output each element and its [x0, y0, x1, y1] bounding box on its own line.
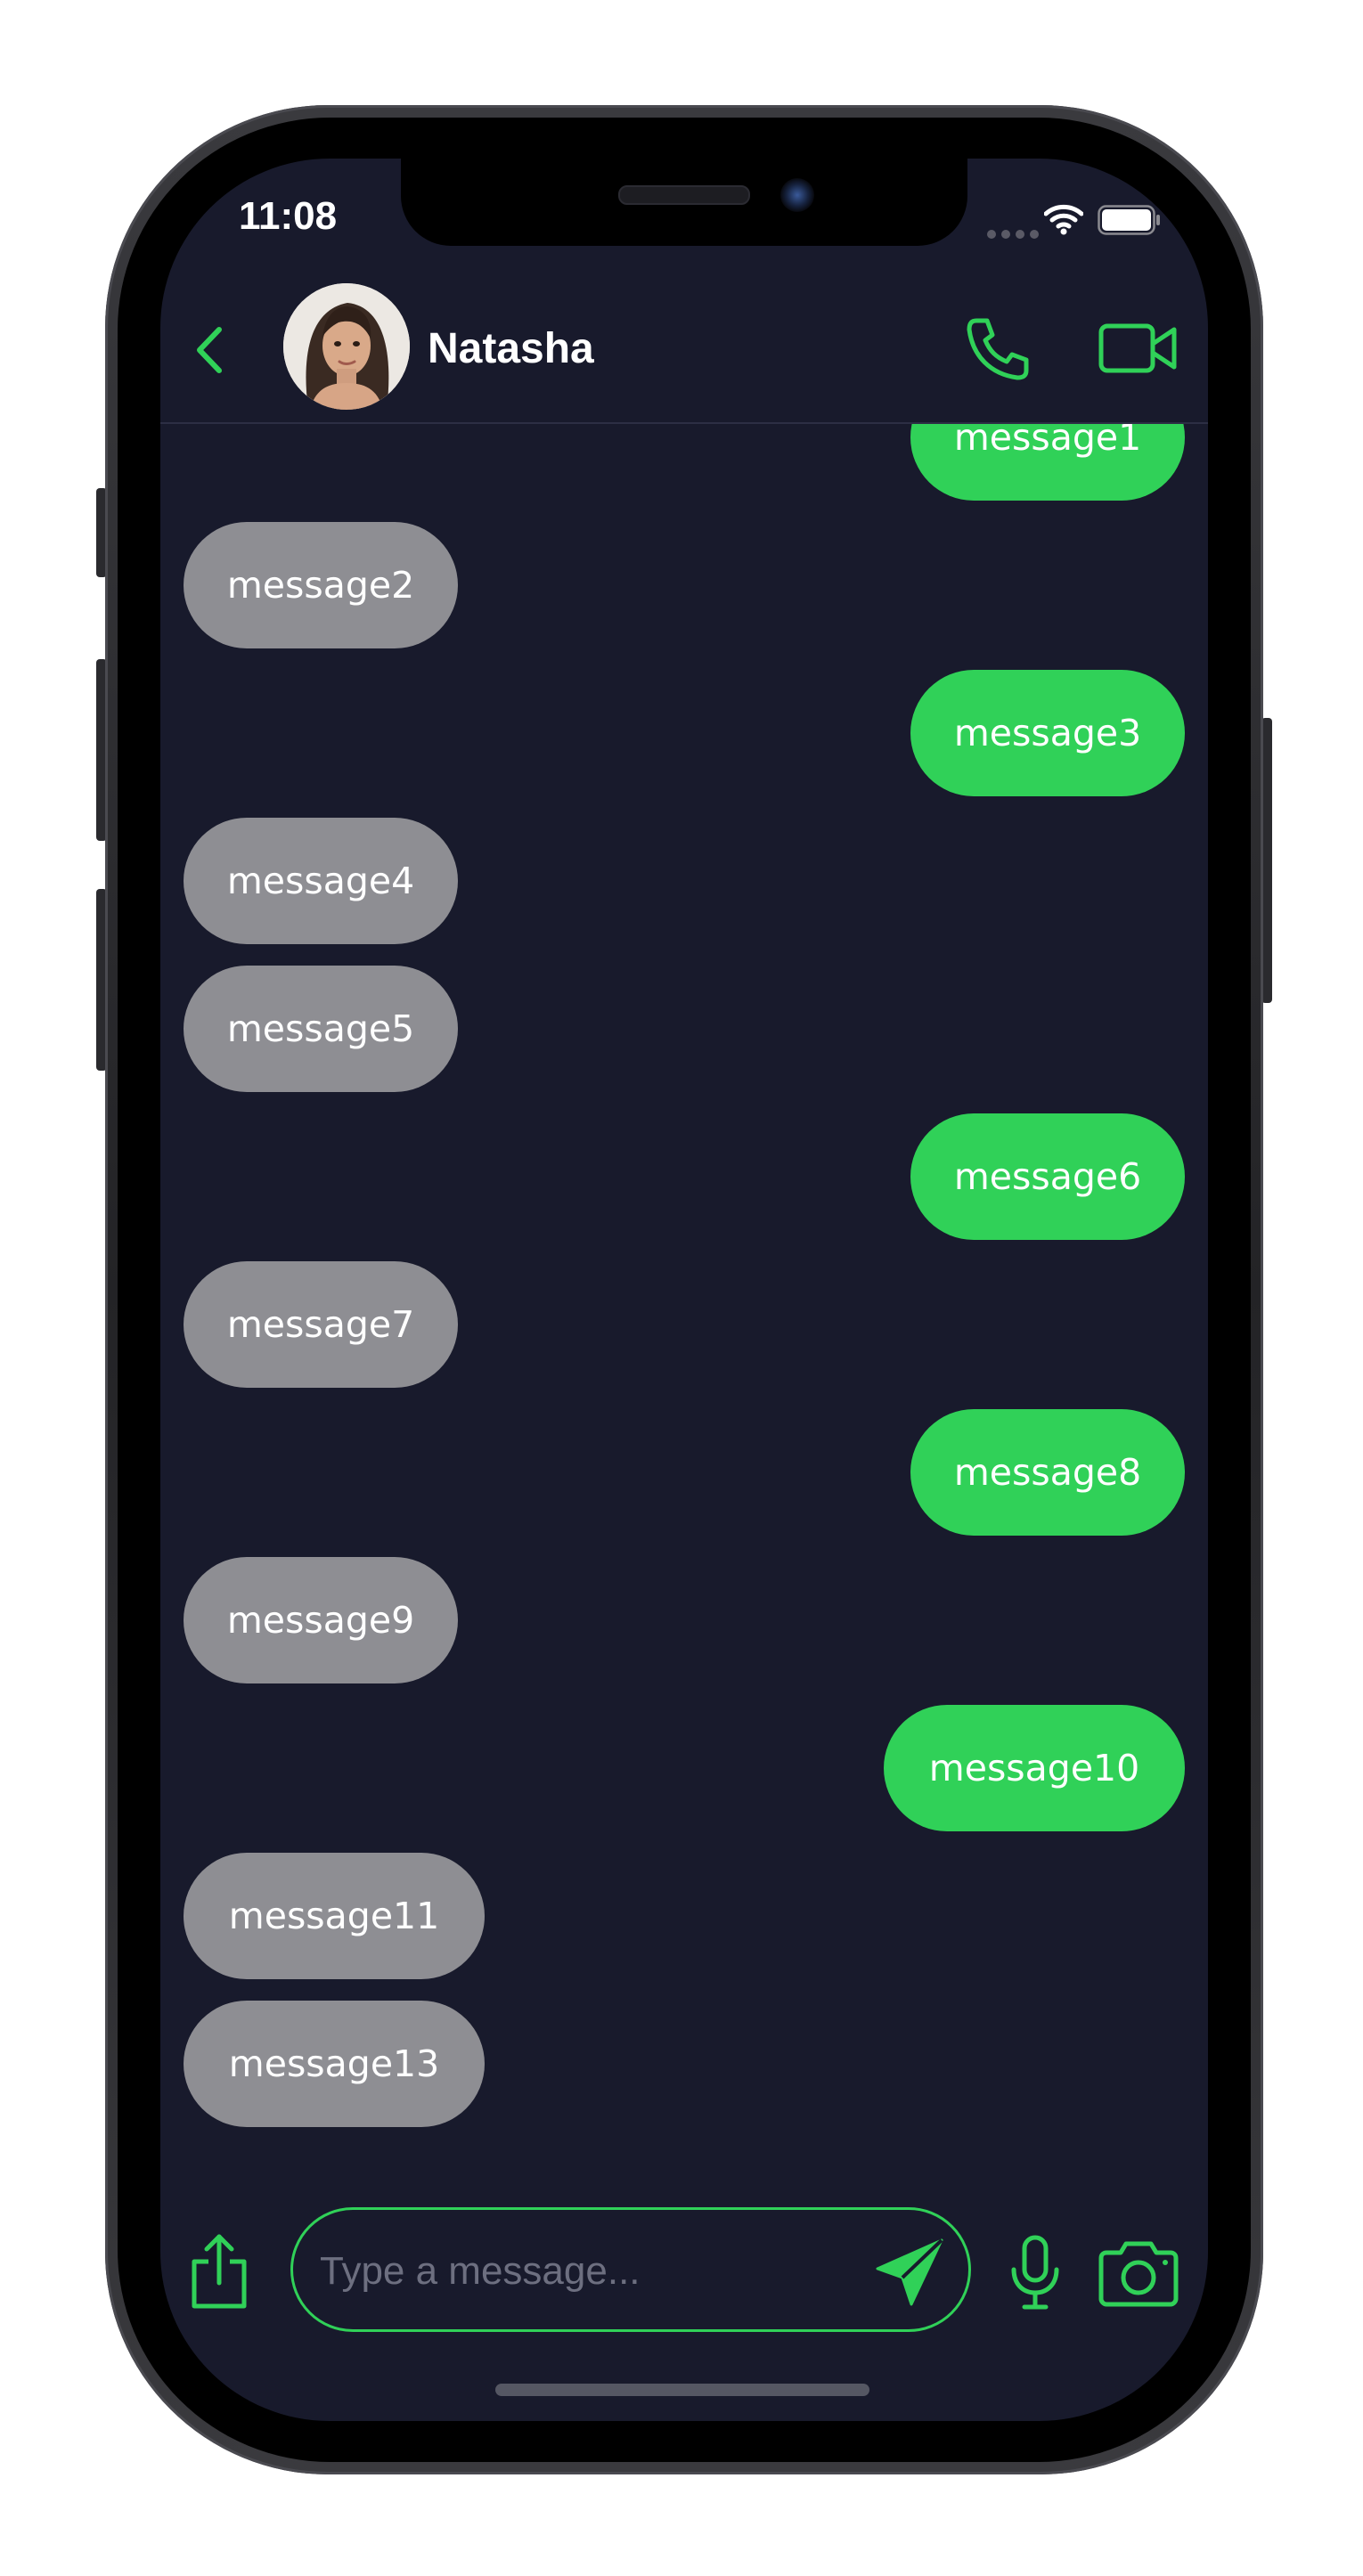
camera-icon: [1098, 2241, 1179, 2307]
earpiece-speaker: [618, 185, 750, 205]
phone-screen: 11:08 Natasha message1 message2 message3…: [160, 159, 1208, 2421]
received-message-bubble[interactable]: message11: [184, 1853, 485, 1979]
video-call-button[interactable]: [1098, 317, 1179, 379]
share-button[interactable]: [187, 2231, 251, 2311]
status-time: 11:08: [239, 194, 338, 238]
send-button[interactable]: [872, 2235, 947, 2310]
sent-message-bubble[interactable]: message1: [910, 424, 1185, 501]
contact-name[interactable]: Natasha: [428, 324, 594, 373]
contact-photo: [283, 283, 410, 410]
received-message-bubble[interactable]: message9: [184, 1557, 458, 1683]
camera-button[interactable]: [1096, 2238, 1181, 2308]
message-list[interactable]: message1 message2 message3 message4 message5…: [160, 424, 1208, 2148]
received-message-bubble[interactable]: message2: [184, 522, 458, 648]
wifi-icon: [1044, 204, 1083, 235]
back-button[interactable]: [184, 319, 237, 381]
home-indicator: [495, 2384, 869, 2396]
video-camera-icon: [1098, 323, 1177, 373]
received-message-bubble[interactable]: message5: [184, 966, 458, 1092]
message-composer: [290, 2207, 971, 2332]
avatar[interactable]: [283, 283, 410, 410]
microphone-icon: [1011, 2235, 1059, 2310]
message-input[interactable]: [318, 2244, 856, 2299]
sent-message-bubble[interactable]: message8: [910, 1409, 1185, 1536]
send-icon: [876, 2238, 943, 2306]
received-message-bubble[interactable]: message7: [184, 1261, 458, 1388]
voice-call-button[interactable]: [962, 314, 1033, 385]
front-camera: [780, 178, 814, 212]
phone-icon: [967, 318, 1029, 380]
sent-message-bubble[interactable]: message6: [910, 1113, 1185, 1240]
chat-header: Natasha: [160, 274, 1208, 424]
sent-message-bubble[interactable]: message10: [884, 1705, 1185, 1831]
chevron-left-icon: [197, 327, 222, 373]
cellular-signal-icon: [987, 230, 1039, 239]
battery-icon: [1098, 205, 1160, 235]
microphone-button[interactable]: [1008, 2234, 1062, 2311]
share-icon: [192, 2234, 247, 2309]
notch: [401, 159, 967, 246]
sent-message-bubble[interactable]: message3: [910, 670, 1185, 796]
received-message-bubble[interactable]: message13: [184, 2001, 485, 2127]
received-message-bubble[interactable]: message4: [184, 818, 458, 944]
